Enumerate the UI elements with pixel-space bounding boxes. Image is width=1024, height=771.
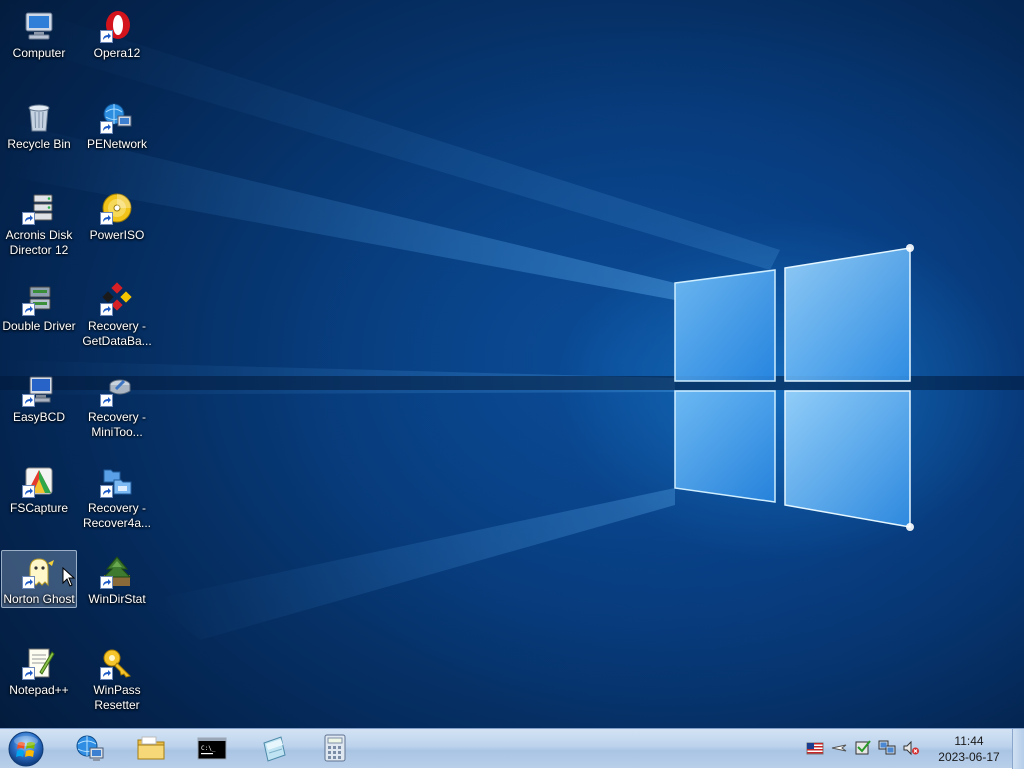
desktop-icon-recovery-minitool[interactable]: Recovery - MiniToo... [79,368,155,441]
shortcut-arrow-icon [100,485,113,498]
icon-label: Double Driver [2,319,76,333]
start-orb-icon [8,731,44,767]
clock-date: 2023-06-17 [938,750,1000,764]
desktop-icon-easybcd[interactable]: EasyBCD [1,368,77,426]
show-desktop-button[interactable] [1012,729,1024,769]
shortcut-arrow-icon [22,485,35,498]
desktop-icon-fscapture[interactable]: FSCapture [1,459,77,517]
clock[interactable]: 11:44 2023-06-17 [930,733,1008,765]
shortcut-arrow-icon [100,576,113,589]
shortcut-arrow-icon [100,212,113,225]
penetwork-icon [100,100,134,134]
poweriso-icon [100,191,134,225]
icon-label: Acronis Disk Director 12 [5,228,73,257]
desktop-icon-recovery-recover4all[interactable]: Recovery - Recover4a... [79,459,155,532]
desktop-icon-poweriso[interactable]: PowerISO [79,186,155,244]
desktop-icon-computer[interactable]: Computer [1,4,77,62]
notepad-plus-plus-icon [22,646,56,680]
double-driver-icon [22,282,56,316]
shortcut-arrow-icon [100,303,113,316]
icon-label: PENetwork [86,137,148,151]
mouse-cursor-icon [62,567,76,587]
shortcut-arrow-icon [100,667,113,680]
taskbar-calculator-button[interactable] [318,732,352,764]
windirstat-icon [100,555,134,589]
icon-label: Norton Ghost [3,592,75,606]
arrow-icon[interactable] [830,739,848,757]
taskbar: C:\_ 11:44 2023-06-17 [0,728,1024,769]
taskbar-explorer-button[interactable] [134,732,168,764]
command-prompt-icon: C:\_ [197,737,227,760]
desktop[interactable]: Computer Recycle Bin Acronis Disk Direct… [0,0,1024,728]
icon-label: Recycle Bin [7,137,71,151]
shortcut-arrow-icon [100,394,113,407]
desktop-icon-acronis[interactable]: Acronis Disk Director 12 [1,186,77,259]
shortcut-arrow-icon [22,576,35,589]
network-icon[interactable] [878,739,896,757]
shortcut-arrow-icon [100,30,113,43]
recovery-minitool-icon [100,373,134,407]
svg-text:C:\_: C:\_ [201,745,216,752]
device-icon[interactable] [854,739,872,757]
folder-icon [137,736,165,760]
winpass-resetter-icon [100,646,134,680]
icon-label: Opera12 [93,46,141,60]
calculator-icon [324,734,346,762]
shortcut-arrow-icon [22,212,35,225]
icon-label: Recovery - Recover4a... [82,501,152,530]
taskbar-notepad-button[interactable] [257,732,291,764]
recycle-bin-icon [22,100,56,134]
opera-icon [100,9,134,43]
taskbar-network-button[interactable] [72,732,106,764]
us-flag-icon[interactable] [806,739,824,757]
network-globe-icon [76,735,104,761]
acronis-icon [22,191,56,225]
clock-time: 11:44 [954,734,984,748]
desktop-icon-recovery-getdataback[interactable]: Recovery - GetDataBa... [79,277,155,350]
desktop-icon-notepad-plus-plus[interactable]: Notepad++ [1,641,77,699]
computer-icon [22,9,56,43]
system-tray [806,739,920,757]
easybcd-icon [22,373,56,407]
icon-label: Recovery - MiniToo... [87,410,146,439]
desktop-icon-opera[interactable]: Opera12 [79,4,155,62]
icon-label: Recovery - GetDataBa... [82,319,152,348]
desktop-icon-penetwork[interactable]: PENetwork [79,95,155,153]
notepad-icon [263,736,286,762]
icon-label: WinPass Resetter [93,683,141,712]
icon-label: FSCapture [9,501,69,515]
fscapture-icon [22,464,56,498]
icon-label: PowerISO [89,228,145,242]
icon-label: Notepad++ [9,683,69,697]
desktop-icon-windirstat[interactable]: WinDirStat [79,550,155,608]
icon-label: EasyBCD [12,410,65,424]
desktop-icon-recycle-bin[interactable]: Recycle Bin [1,95,77,153]
recovery-getdataback-icon [100,282,134,316]
norton-ghost-icon [22,555,56,589]
shortcut-arrow-icon [22,303,35,316]
shortcut-arrow-icon [100,121,113,134]
volume-muted-icon[interactable] [902,739,920,757]
desktop-icon-double-driver[interactable]: Double Driver [1,277,77,335]
icon-label: WinDirStat [88,592,146,606]
icon-label: Computer [12,46,66,60]
shortcut-arrow-icon [22,394,35,407]
desktop-icon-winpass-resetter[interactable]: WinPass Resetter [79,641,155,714]
shortcut-arrow-icon [22,667,35,680]
start-button[interactable] [6,731,46,767]
recovery-recover4all-icon [100,464,134,498]
taskbar-command-prompt-button[interactable]: C:\_ [195,732,229,764]
